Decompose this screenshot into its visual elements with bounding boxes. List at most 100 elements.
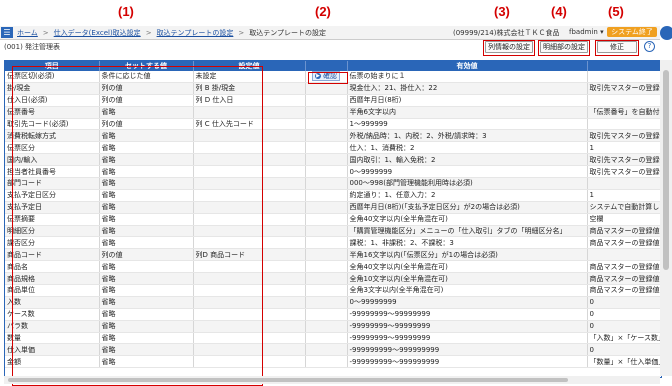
cell-action: [305, 141, 348, 155]
cell-valid-values: -999999999〜999999999: [347, 355, 588, 369]
breadcrumb-home[interactable]: ホーム: [17, 28, 38, 38]
cell-valid-values: -99999999〜99999999: [347, 332, 588, 345]
cell-default: 商品マスターの登録値: [587, 260, 661, 274]
cell-valid-values: 伝票の始まりに１: [347, 71, 588, 83]
cell-valid-values: -99999999〜99999999: [347, 320, 588, 333]
cell-action: [305, 177, 348, 190]
cell-valid-values: 外税/納品時：1、内税：2、外税/請求時：3: [347, 129, 588, 143]
cell-valid-values: 現金仕入：21、掛仕入：22: [347, 82, 588, 95]
callout-5-highlight: [595, 40, 639, 56]
cell-action: [305, 225, 348, 238]
cell-action: [305, 355, 348, 369]
cell-action: [305, 165, 348, 179]
system-exit-button[interactable]: システム終了: [607, 27, 657, 37]
horizontal-scrollbar[interactable]: [4, 376, 660, 384]
cell-valid-values: 「購買管理機能区分」メニューの「仕入取引」タブの「明細区分名」: [347, 225, 588, 238]
cell-action: [305, 82, 348, 95]
cell-valid-values: 全角40文字以内(全半角混在可): [347, 260, 588, 274]
cell-default: [587, 71, 661, 83]
cell-action: [305, 94, 348, 107]
cell-default: 商品マスターの登録値: [587, 284, 661, 297]
cell-valid-values: 課税：1、非課税：2、不課税：3: [347, 236, 588, 250]
breadcrumb-separator: >: [238, 28, 245, 37]
column-header-valid-values: 有効値: [347, 61, 588, 71]
cell-valid-values: 0〜9999999: [347, 165, 588, 179]
cell-valid-values: 半角16文字以内(「伝票区分」が1の場合は必須): [347, 248, 588, 262]
cell-valid-values: 1〜999999: [347, 118, 588, 131]
help-icon[interactable]: ?: [644, 41, 655, 52]
avatar[interactable]: [660, 26, 672, 40]
breadcrumb-import-settings[interactable]: 仕入データ(Excel)取込設定: [54, 28, 141, 38]
cell-default: [587, 94, 661, 107]
callout-2: (2): [315, 4, 331, 19]
cell-valid-values: 0〜99999999: [347, 296, 588, 309]
cell-action: [305, 343, 348, 357]
cell-valid-values: 西暦年月日(8桁): [347, 94, 588, 107]
cell-default: 1: [587, 141, 661, 155]
cell-action: [305, 236, 348, 250]
vertical-scrollbar-thumb[interactable]: [663, 70, 669, 270]
vertical-scrollbar[interactable]: [660, 60, 672, 376]
callout-3-highlight: [483, 40, 535, 56]
callout-3: (3): [494, 4, 510, 19]
cell-default: 0: [587, 320, 661, 333]
cell-valid-values: 半角6文字以内: [347, 106, 588, 119]
company-name: (09999/214)株式会社ＴＫＣ食品: [453, 29, 560, 37]
cell-default: 0: [587, 296, 661, 309]
user-menu[interactable]: fbadmin ▾: [569, 28, 604, 36]
cell-valid-values: 国内取引：1、輸入免税：2: [347, 153, 588, 167]
cell-valid-values: 000〜998(部門管理機能利用時は必須): [347, 177, 588, 190]
cell-default: 取引先マスターの登録値: [587, 82, 661, 95]
cell-default: 0: [587, 343, 661, 357]
callout-labels: (1) (2) (3) (4) (5): [0, 0, 672, 26]
cell-default: 取引先マスターの登録値: [587, 129, 661, 143]
breadcrumb-separator: >: [145, 28, 152, 37]
cell-valid-values: -99999999〜99999999: [347, 308, 588, 321]
cell-valid-values: 約定通り：1、任意入力：2: [347, 189, 588, 202]
cell-valid-values: 西暦年月日(8桁)(「支払予定日区分」が2の場合は必須): [347, 201, 588, 214]
cell-default: システムで自動計算した: [587, 201, 661, 214]
column-header-default: [587, 61, 661, 71]
cell-action: [305, 248, 348, 262]
callout-1: (1): [118, 4, 134, 19]
cell-action: [305, 284, 348, 297]
cell-action: [305, 213, 348, 226]
cell-action: [305, 153, 348, 167]
column-header-action: [305, 61, 348, 71]
cell-default: [587, 248, 661, 262]
cell-action: [305, 129, 348, 143]
cell-action: [305, 201, 348, 214]
callout-4: (4): [551, 4, 567, 19]
cell-default: 取引先マスターの登録値: [587, 153, 661, 167]
cell-valid-values: 仕入：1、消費税：2: [347, 141, 588, 155]
cell-action: [305, 272, 348, 286]
hamburger-menu-icon[interactable]: ☰: [1, 27, 13, 38]
cell-action: [305, 308, 348, 321]
callout-5: (5): [608, 4, 624, 19]
breadcrumb-template-settings[interactable]: 取込テンプレートの設定: [157, 28, 234, 38]
cell-valid-values: -999999999〜999999999: [347, 343, 588, 357]
callout-4-highlight: [538, 40, 590, 56]
breadcrumb-current: 取込テンプレートの設定: [249, 28, 327, 37]
breadcrumb-separator: >: [42, 28, 49, 37]
callout-1-highlight: [12, 66, 263, 386]
cell-action: [305, 332, 348, 345]
top-navigation-bar: ☰ ホーム > 仕入データ(Excel)取込設定 > 取込テンプレートの設定 >…: [0, 26, 660, 40]
horizontal-scrollbar-thumb[interactable]: [8, 378, 568, 382]
cell-default: [587, 118, 661, 131]
callout-2-highlight: [308, 72, 348, 84]
cell-valid-values: 全角10文字以内(全半角混在可): [347, 272, 588, 286]
cell-action: [305, 106, 348, 119]
cell-default: 「入数」×「ケース数」: [587, 332, 661, 345]
cell-default: 商品マスターの登録値: [587, 272, 661, 286]
page-title: (001) 発注管理表: [4, 43, 61, 51]
cell-action: [305, 260, 348, 274]
cell-valid-values: 全角3文字以内(全半角混在可): [347, 284, 588, 297]
cell-action: [305, 189, 348, 202]
cell-action: [305, 118, 348, 131]
cell-default: 「伝票番号」を自動付番: [587, 106, 661, 119]
cell-action: [305, 320, 348, 333]
cell-valid-values: 全角40文字以内(全半角混在可): [347, 213, 588, 226]
breadcrumb: ホーム > 仕入データ(Excel)取込設定 > 取込テンプレートの設定 > 取…: [17, 28, 326, 38]
cell-default: 空欄: [587, 213, 661, 226]
